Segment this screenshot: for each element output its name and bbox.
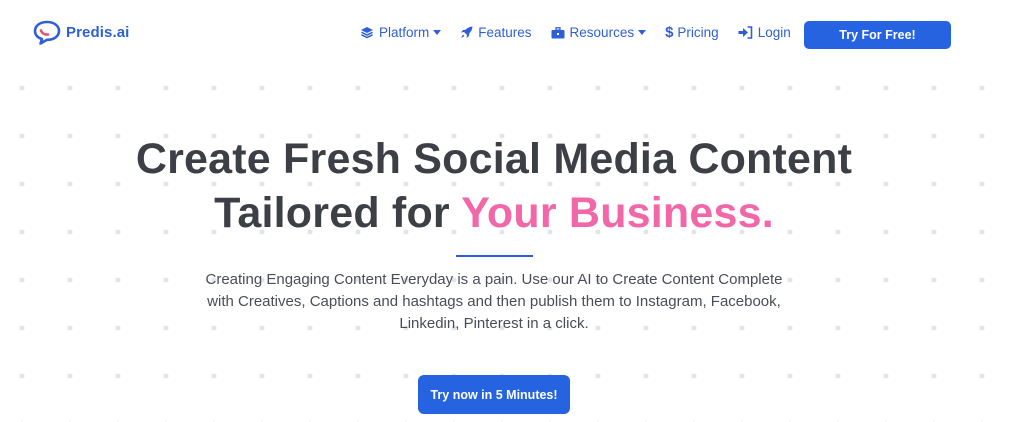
nav-features[interactable]: Features <box>460 25 532 40</box>
speech-bubble-logo-icon <box>33 20 61 45</box>
hero-headline: Create Fresh Social Media Content Tailor… <box>0 132 988 240</box>
briefcase-icon <box>551 26 565 39</box>
layers-icon <box>360 26 374 39</box>
try-now-button[interactable]: Try now in 5 Minutes! <box>418 375 570 414</box>
caret-down-icon <box>433 30 442 35</box>
headline-accent: Your Business. <box>461 189 774 237</box>
headline-line-2-prefix: Tailored for <box>214 189 462 237</box>
rocket-icon <box>460 26 473 39</box>
nav-pricing[interactable]: $ Pricing <box>665 24 719 41</box>
nav-resources[interactable]: Resources <box>551 25 647 40</box>
nav-platform[interactable]: Platform <box>360 25 442 40</box>
dotted-background <box>0 60 1024 422</box>
nav-login[interactable]: Login <box>738 25 791 40</box>
hero-divider <box>456 255 533 257</box>
dollar-icon: $ <box>665 24 674 41</box>
try-for-free-button[interactable]: Try For Free! <box>804 21 951 49</box>
nav-resources-label: Resources <box>569 25 635 40</box>
brand-logo[interactable]: Predis.ai <box>32 19 129 45</box>
sign-in-icon <box>738 26 753 39</box>
hero-section: Create Fresh Social Media Content Tailor… <box>0 132 988 240</box>
brand-name: Predis.ai <box>66 23 130 41</box>
site-header: Predis.ai Platform Features Resources $ … <box>0 0 1024 68</box>
headline-line-1: Create Fresh Social Media Content <box>135 135 853 183</box>
caret-down-icon <box>638 30 647 35</box>
hero-subtitle: Creating Engaging Content Everyday is a … <box>205 271 783 332</box>
nav-pricing-label: Pricing <box>677 25 719 40</box>
main-nav: Platform Features Resources $ Pricing Lo… <box>360 24 810 41</box>
nav-platform-label: Platform <box>379 25 430 40</box>
nav-login-label: Login <box>757 25 791 40</box>
nav-features-label: Features <box>478 25 532 40</box>
